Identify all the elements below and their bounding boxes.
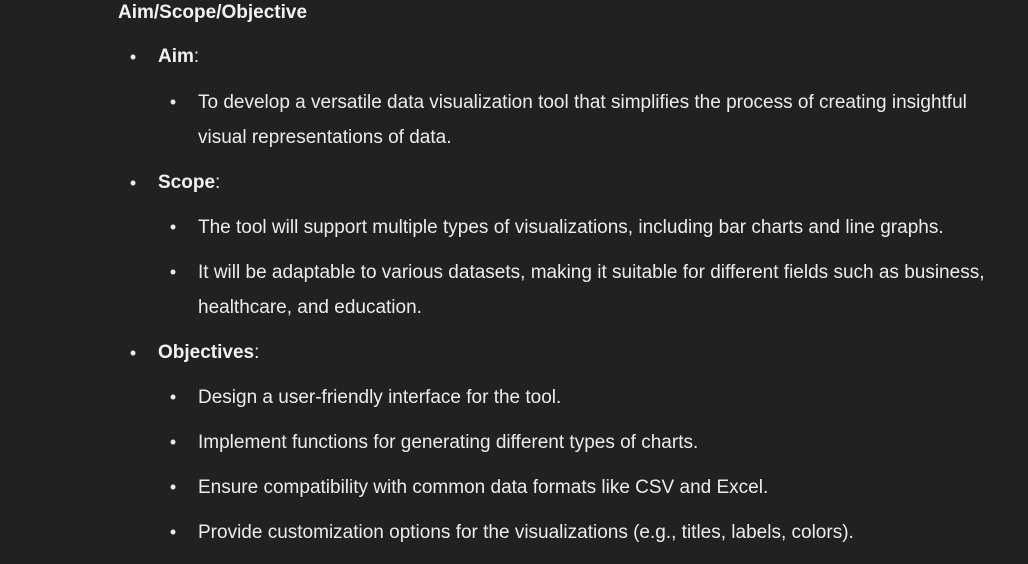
objectives-colon: : [254,342,260,363]
bullet-icon: • [129,47,137,67]
list-item: • Ensure compatibility with common data … [168,470,1003,505]
aim-label: Aim [158,46,194,67]
bullet-icon: • [169,522,177,542]
scope-colon: : [215,172,221,193]
list-item-aim: • Aim: [128,44,199,70]
bullet-icon: • [169,262,177,282]
objective-item-text: Ensure compatibility with common data fo… [198,477,769,498]
aim-colon: : [193,46,200,67]
scope-item-text: It will be adaptable to various datasets… [198,262,985,318]
document-body: Aim/Scope/Objective • Aim: • To develop … [0,0,1028,564]
scope-label: Scope [158,172,216,193]
bullet-icon: • [169,432,177,452]
list-item-scope: • Scope: [128,170,220,196]
scope-item-text: The tool will support multiple types of … [198,217,944,238]
bullet-icon: • [169,217,177,237]
objectives-label: Objectives [158,342,255,363]
list-item: • The tool will support multiple types o… [168,210,1003,245]
list-item-objectives: • Objectives: [128,340,260,366]
objective-item-text: Implement functions for generating diffe… [198,432,699,453]
aim-item-text: To develop a versatile data visualizatio… [198,92,967,148]
list-item: • To develop a versatile data visualizat… [168,85,1003,155]
bullet-icon: • [129,173,137,193]
bullet-icon: • [169,477,177,497]
objective-item-text: Design a user-friendly interface for the… [198,387,562,408]
section-heading: Aim/Scope/Objective [118,2,308,23]
bullet-icon: • [169,387,177,407]
list-item: • Implement functions for generating dif… [168,425,1003,460]
bullet-icon: • [169,92,177,112]
list-item: • Provide customization options for the … [168,515,1003,550]
bullet-icon: • [129,343,137,363]
list-item: • Design a user-friendly interface for t… [168,380,1003,415]
list-item: • It will be adaptable to various datase… [168,255,1003,325]
objective-item-text: Provide customization options for the vi… [198,522,854,543]
